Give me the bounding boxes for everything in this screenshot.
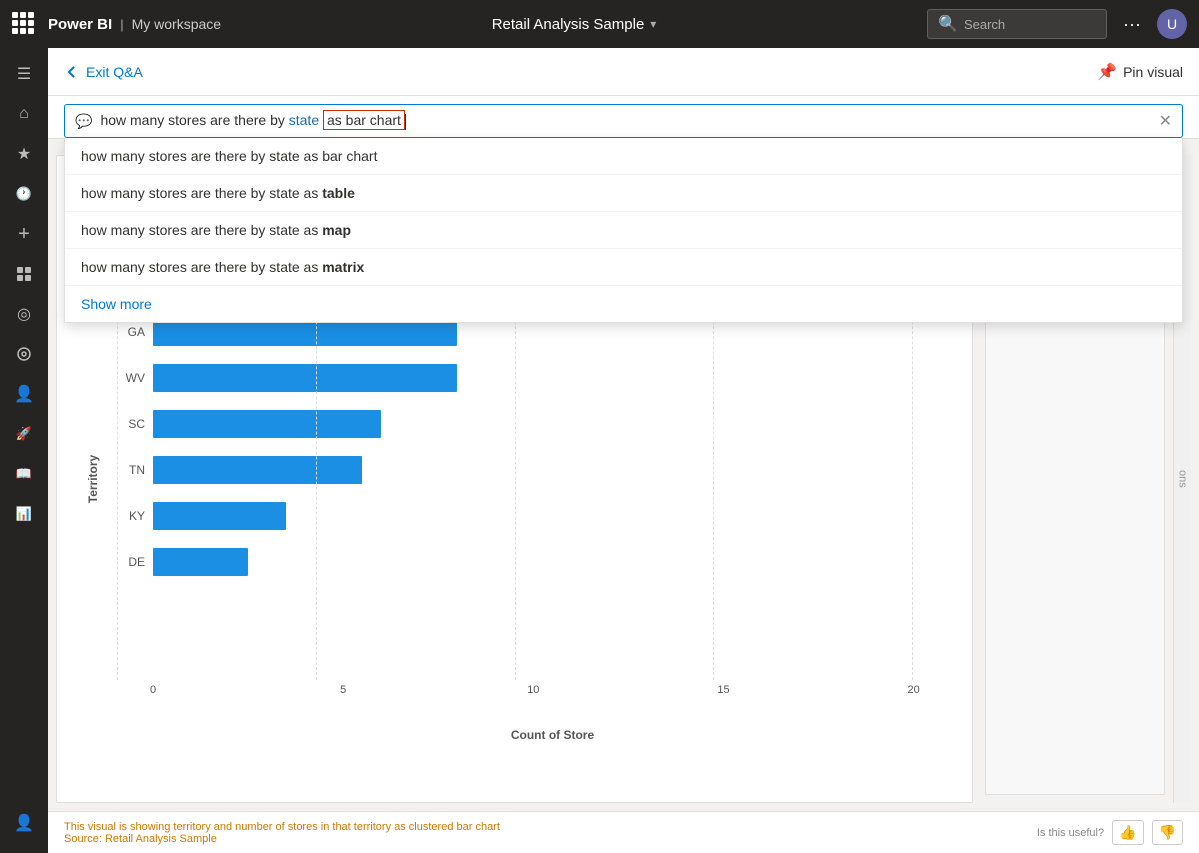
topbar-center: Retail Analysis Sample ▾: [233, 16, 915, 33]
x-tick-20: 20: [908, 684, 920, 696]
qa-chat-icon: 💬: [75, 113, 92, 130]
bar-fill-de[interactable]: [153, 548, 248, 576]
footer-info-line2: Source: Retail Analysis Sample: [64, 833, 500, 845]
x-tick-5: 5: [340, 684, 346, 696]
bar-label-ga: GA: [117, 325, 145, 339]
pin-visual-label: Pin visual: [1123, 64, 1183, 80]
bar-row: TN: [117, 452, 952, 488]
thumbup-button[interactable]: 👍: [1112, 820, 1143, 845]
search-input[interactable]: [964, 17, 1084, 32]
qa-search-container: 💬 how many stores are there by state as …: [48, 96, 1199, 139]
x-tick-10: 10: [527, 684, 539, 696]
workspace-label[interactable]: My workspace: [132, 16, 221, 32]
bar-fill-tn[interactable]: [153, 456, 362, 484]
sidebar: ☰ ⌂ ★ 🕐 + ◎ 👤 🚀 📖 📊 👤: [0, 48, 48, 853]
brand: Power BI | My workspace: [48, 16, 221, 33]
sidebar-item-create[interactable]: +: [6, 216, 42, 252]
x-axis: 0 5 10 15 20: [153, 684, 952, 704]
pin-icon: 📌: [1097, 62, 1117, 82]
query-normal-part: how many stores are there by: [100, 112, 288, 128]
layout: ☰ ⌂ ★ 🕐 + ◎ 👤 🚀 📖 📊 👤 Exit Q&A: [0, 48, 1199, 853]
qa-bar: Exit Q&A 📌 Pin visual: [48, 48, 1199, 96]
sidebar-item-profile[interactable]: 👤: [6, 805, 42, 841]
report-title: Retail Analysis Sample: [492, 16, 645, 33]
bar-track-ky: [153, 502, 952, 530]
topbar-right: 🔍 ··· U: [927, 9, 1187, 39]
app-name: Power BI: [48, 16, 112, 33]
x-axis-label: Count of Store: [153, 728, 952, 742]
bar-fill-sc[interactable]: [153, 410, 381, 438]
sidebar-item-recent[interactable]: 🕐: [6, 176, 42, 212]
exit-qa-label: Exit Q&A: [86, 64, 143, 80]
search-box[interactable]: 🔍: [927, 9, 1107, 39]
sidebar-bottom: 👤: [6, 805, 42, 841]
bar-label-tn: TN: [117, 463, 145, 477]
sidebar-item-metrics[interactable]: 📊: [6, 496, 42, 532]
bar-track-sc: [153, 410, 952, 438]
cursor: [405, 114, 406, 130]
autocomplete-item-2[interactable]: how many stores are there by state as ta…: [65, 175, 1182, 212]
autocomplete-item-1[interactable]: how many stores are there by state as ba…: [65, 138, 1182, 175]
sidebar-item-people[interactable]: 👤: [6, 376, 42, 412]
title-caret-icon[interactable]: ▾: [650, 17, 656, 31]
x-tick-15: 15: [717, 684, 729, 696]
brand-divider: |: [120, 17, 123, 32]
qa-clear-button[interactable]: ✕: [1159, 111, 1172, 131]
query-blue-part: state: [289, 112, 319, 128]
qa-bar-left: Exit Q&A: [64, 64, 143, 80]
sidebar-item-learn[interactable]: 📖: [6, 456, 42, 492]
sidebar-item-favorites[interactable]: ★: [6, 136, 42, 172]
bar-label-sc: SC: [117, 417, 145, 431]
footer-left: This visual is showing territory and num…: [64, 821, 500, 845]
y-axis-label: Territory: [86, 455, 100, 503]
sidebar-item-apps[interactable]: [6, 336, 42, 372]
bar-row: SC: [117, 406, 952, 442]
bar-track-wv: [153, 364, 952, 392]
qa-search-input-row[interactable]: 💬 how many stores are there by state as …: [64, 104, 1183, 138]
sidebar-item-browse[interactable]: [6, 256, 42, 292]
query-boxed-part: as bar chart: [323, 110, 405, 130]
autocomplete-item-4[interactable]: how many stores are there by state as ma…: [65, 249, 1182, 286]
qa-dropdown: how many stores are there by state as ba…: [64, 138, 1183, 323]
back-arrow-icon: [64, 64, 80, 80]
bar-label-wv: WV: [117, 371, 145, 385]
x-tick-0: 0: [150, 684, 156, 696]
sidebar-item-goals[interactable]: ◎: [6, 296, 42, 332]
autocomplete-item-3[interactable]: how many stores are there by state as ma…: [65, 212, 1182, 249]
footer-info-line1: This visual is showing territory and num…: [64, 821, 500, 833]
bar-track-tn: [153, 456, 952, 484]
pin-visual-button[interactable]: Pin visual: [1123, 64, 1183, 80]
sidebar-item-deploy[interactable]: 🚀: [6, 416, 42, 452]
show-more-button[interactable]: Show more: [65, 286, 1182, 322]
bar-fill-ky[interactable]: [153, 502, 286, 530]
qa-bar-right: 📌 Pin visual: [1097, 62, 1183, 82]
thumbdown-button[interactable]: 👎: [1152, 820, 1183, 845]
bar-track-de: [153, 548, 952, 576]
search-icon: 🔍: [938, 14, 958, 34]
apps-grid-icon[interactable]: [12, 12, 36, 36]
footer-right: Is this useful? 👍 👎: [1037, 820, 1183, 845]
footer-bar: This visual is showing territory and num…: [48, 811, 1199, 853]
sidebar-item-home[interactable]: ⌂: [6, 96, 42, 132]
main-content: Exit Q&A 📌 Pin visual 💬 how many stores …: [48, 48, 1199, 853]
exit-qa-button[interactable]: Exit Q&A: [64, 64, 143, 80]
topbar: Power BI | My workspace Retail Analysis …: [0, 0, 1199, 48]
bar-label-ky: KY: [117, 509, 145, 523]
bar-label-de: DE: [117, 555, 145, 569]
bar-row: DE: [117, 544, 952, 580]
bar-row: KY: [117, 498, 952, 534]
avatar[interactable]: U: [1157, 9, 1187, 39]
bar-row: WV: [117, 360, 952, 396]
sidebar-item-menu[interactable]: ☰: [6, 56, 42, 92]
more-options-button[interactable]: ···: [1119, 10, 1145, 39]
qa-input-display[interactable]: how many stores are there by state as ba…: [100, 112, 1150, 129]
useful-label: Is this useful?: [1037, 827, 1104, 839]
bar-fill-wv[interactable]: [153, 364, 457, 392]
